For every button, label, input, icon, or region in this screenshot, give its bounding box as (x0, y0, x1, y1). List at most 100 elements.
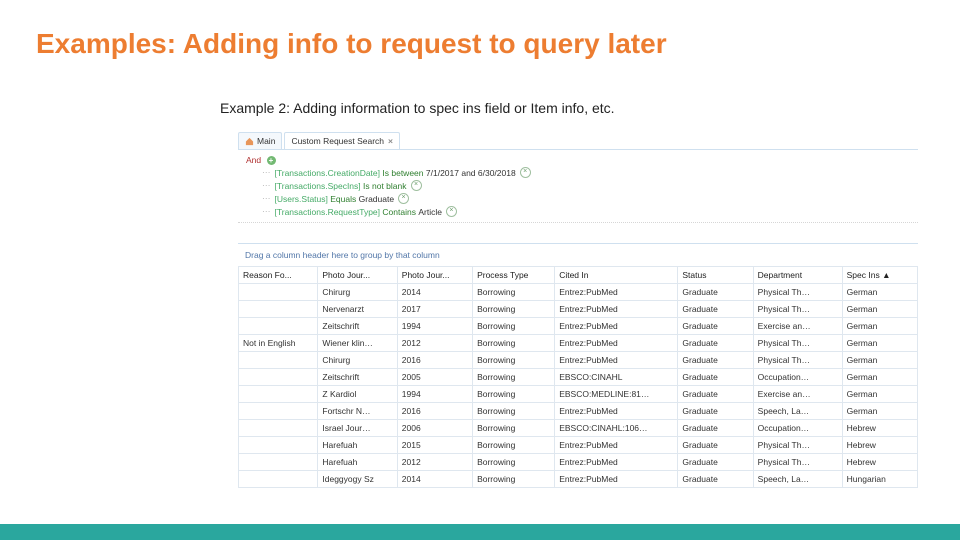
filter-val: 7/1/2017 and 6/30/2018 (426, 168, 516, 178)
table-cell: Fortschr N… (318, 403, 397, 420)
table-cell: German (842, 403, 917, 420)
add-filter-icon[interactable]: + (267, 156, 276, 165)
filter-row[interactable]: ⋯ [Transactions.SpecIns] Is not blank × (268, 180, 914, 191)
table-cell: Borrowing (473, 301, 555, 318)
table-cell: Graduate (678, 386, 753, 403)
table-cell: Entrez:PubMed (555, 301, 678, 318)
table-cell (239, 284, 318, 301)
filter-row[interactable]: ⋯ [Users.Status] Equals Graduate × (268, 193, 914, 204)
tab-main-label: Main (257, 136, 275, 146)
table-cell: Borrowing (473, 420, 555, 437)
table-cell: Physical Th… (753, 284, 842, 301)
table-cell: 2005 (397, 369, 472, 386)
table-cell: German (842, 284, 917, 301)
column-header[interactable]: Photo Jour... (318, 267, 397, 284)
table-cell: German (842, 318, 917, 335)
table-cell: German (842, 301, 917, 318)
column-header[interactable]: Status (678, 267, 753, 284)
filter-op: Contains (382, 207, 416, 217)
column-header[interactable]: Reason Fo... (239, 267, 318, 284)
filter-row[interactable]: ⋯ [Transactions.CreationDate] Is between… (268, 167, 914, 178)
close-icon[interactable]: × (388, 136, 393, 146)
table-row[interactable]: Nervenarzt2017BorrowingEntrez:PubMedGrad… (239, 301, 918, 318)
table-cell: Graduate (678, 437, 753, 454)
filter-field: [Users.Status] (275, 194, 328, 204)
table-cell: Chirurg (318, 284, 397, 301)
remove-filter-icon[interactable]: × (446, 206, 457, 217)
filter-row[interactable]: ⋯ [Transactions.RequestType] Contains Ar… (268, 206, 914, 217)
tree-line: ⋯ (262, 193, 273, 204)
remove-filter-icon[interactable]: × (520, 167, 531, 178)
table-cell: Nervenarzt (318, 301, 397, 318)
filter-field: [Transactions.RequestType] (275, 207, 381, 217)
table-cell: Graduate (678, 403, 753, 420)
table-cell (239, 386, 318, 403)
table-row[interactable]: Zeitschrift2005BorrowingEBSCO:CINAHLGrad… (239, 369, 918, 386)
table-cell (239, 301, 318, 318)
table-row[interactable]: Chirurg2016BorrowingEntrez:PubMedGraduat… (239, 352, 918, 369)
table-row[interactable]: Harefuah2012BorrowingEntrez:PubMedGradua… (239, 454, 918, 471)
column-header[interactable]: Department (753, 267, 842, 284)
table-cell: Harefuah (318, 437, 397, 454)
table-row[interactable]: Israel Jour…2006BorrowingEBSCO:CINAHL:10… (239, 420, 918, 437)
table-cell: Entrez:PubMed (555, 454, 678, 471)
table-row[interactable]: Z Kardiol1994BorrowingEBSCO:MEDLINE:81…G… (239, 386, 918, 403)
table-cell (239, 471, 318, 488)
table-cell: EBSCO:CINAHL:106… (555, 420, 678, 437)
column-header[interactable]: Cited In (555, 267, 678, 284)
tree-line: ⋯ (262, 206, 273, 217)
table-cell: Entrez:PubMed (555, 284, 678, 301)
table-row[interactable]: Zeitschrift1994BorrowingEntrez:PubMedGra… (239, 318, 918, 335)
column-header[interactable]: Process Type (473, 267, 555, 284)
column-header[interactable]: Photo Jour... (397, 267, 472, 284)
tab-main[interactable]: Main (238, 132, 282, 149)
table-cell (239, 352, 318, 369)
column-header[interactable]: Spec Ins ▲ (842, 267, 917, 284)
table-row[interactable]: Harefuah2015BorrowingEntrez:PubMedGradua… (239, 437, 918, 454)
table-row[interactable]: Fortschr N…2016BorrowingEntrez:PubMedGra… (239, 403, 918, 420)
table-cell: Entrez:PubMed (555, 335, 678, 352)
table-cell: Hebrew (842, 437, 917, 454)
tab-custom[interactable]: Custom Request Search × (284, 132, 400, 149)
results-table: Reason Fo...Photo Jour...Photo Jour...Pr… (238, 266, 918, 488)
table-cell: Hebrew (842, 420, 917, 437)
filter-val: Graduate (359, 194, 394, 204)
tree-line: ⋯ (262, 180, 273, 191)
filter-panel: And + ⋯ [Transactions.CreationDate] Is b… (238, 150, 918, 223)
table-cell: 2014 (397, 471, 472, 488)
filter-and[interactable]: And (246, 155, 261, 165)
table-cell: Borrowing (473, 335, 555, 352)
table-header-row: Reason Fo...Photo Jour...Photo Jour...Pr… (239, 267, 918, 284)
table-cell (239, 437, 318, 454)
table-cell: Graduate (678, 369, 753, 386)
table-cell: Graduate (678, 318, 753, 335)
table-cell: Graduate (678, 335, 753, 352)
table-cell: Graduate (678, 284, 753, 301)
filter-op: Is not blank (363, 181, 406, 191)
table-cell: Graduate (678, 301, 753, 318)
table-cell: 2015 (397, 437, 472, 454)
table-cell: German (842, 335, 917, 352)
remove-filter-icon[interactable]: × (398, 193, 409, 204)
table-cell: Exercise an… (753, 386, 842, 403)
table-cell: Hebrew (842, 454, 917, 471)
table-row[interactable]: Ideggyogy Sz2014BorrowingEntrez:PubMedGr… (239, 471, 918, 488)
table-cell: 2016 (397, 352, 472, 369)
slide: Examples: Adding info to request to quer… (0, 0, 960, 540)
table-cell: Entrez:PubMed (555, 352, 678, 369)
table-cell: Entrez:PubMed (555, 437, 678, 454)
group-by-hint[interactable]: Drag a column header here to group by th… (238, 243, 918, 266)
table-cell: 2006 (397, 420, 472, 437)
home-icon (245, 137, 254, 146)
table-cell (239, 369, 318, 386)
table-cell: Physical Th… (753, 352, 842, 369)
filter-val: Article (418, 207, 442, 217)
table-cell: German (842, 369, 917, 386)
table-cell: 2014 (397, 284, 472, 301)
table-cell: 2012 (397, 335, 472, 352)
table-cell: Speech, La… (753, 403, 842, 420)
table-row[interactable]: Chirurg2014BorrowingEntrez:PubMedGraduat… (239, 284, 918, 301)
remove-filter-icon[interactable]: × (411, 180, 422, 191)
table-row[interactable]: Not in EnglishWiener klin…2012BorrowingE… (239, 335, 918, 352)
tab-bar: Main Custom Request Search × (238, 132, 918, 150)
